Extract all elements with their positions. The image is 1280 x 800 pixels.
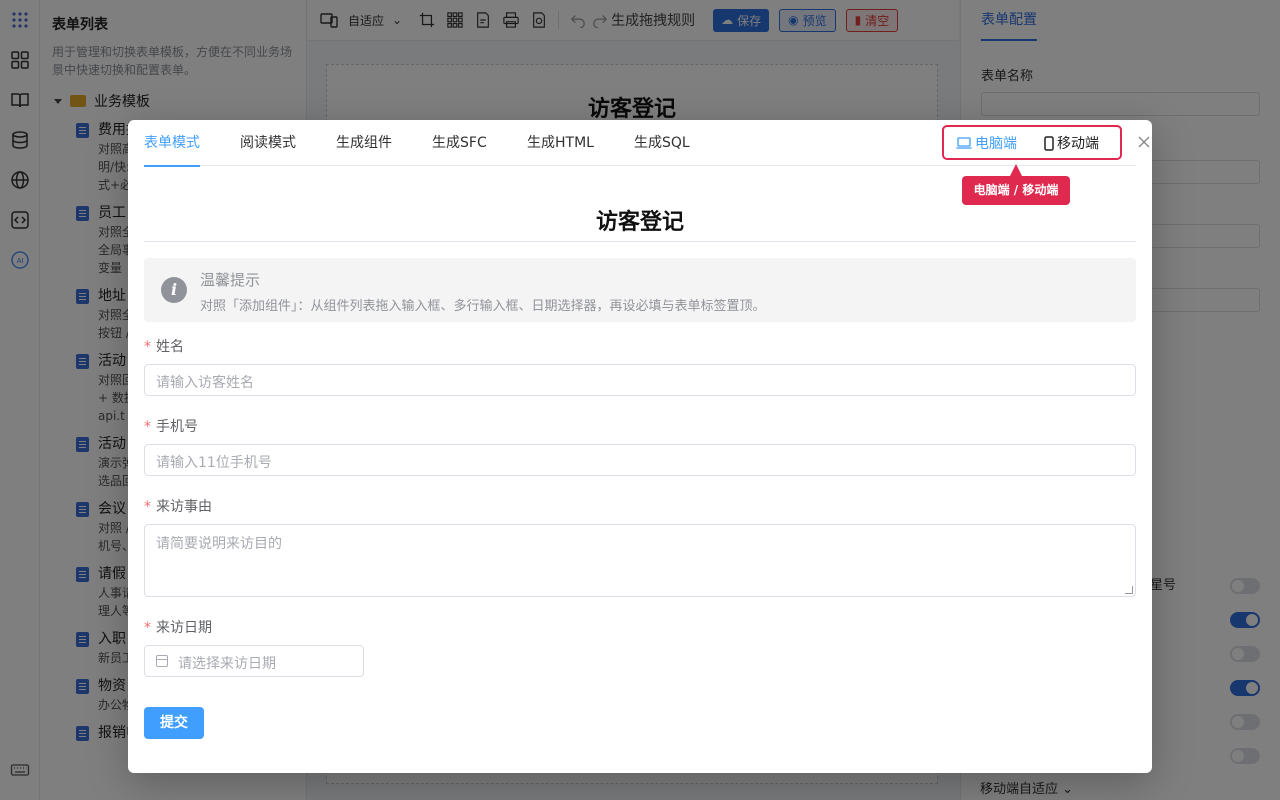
field-label-text: 来访事由 bbox=[156, 499, 212, 515]
placeholder: 请输入访客姓名 bbox=[156, 375, 254, 391]
tip-title: 温馨提示 bbox=[200, 271, 261, 289]
required-mark: * bbox=[144, 499, 151, 515]
submit-button[interactable]: 提交 bbox=[144, 707, 204, 739]
required-mark: * bbox=[144, 419, 151, 435]
field-label-phone: * 手机号 bbox=[144, 416, 198, 436]
field-label-text: 姓名 bbox=[156, 339, 184, 355]
device-switch: 电脑端 移动端 bbox=[942, 125, 1122, 160]
tip-body: 对照「添加组件」：从组件列表拖入输入框、多行输入框、日期选择器，再设必填与表单标… bbox=[200, 299, 766, 314]
field-label-name: * 姓名 bbox=[144, 336, 184, 356]
phone-icon bbox=[1044, 135, 1054, 151]
field-label-text: 来访日期 bbox=[156, 620, 212, 636]
field-label-date: * 来访日期 bbox=[144, 617, 212, 637]
device-pc-label: 电脑端 bbox=[975, 136, 1017, 152]
tab-generate-html[interactable]: 生成HTML bbox=[527, 120, 594, 166]
device-mobile-label: 移动端 bbox=[1057, 136, 1099, 152]
tip-alert: i 温馨提示 对照「添加组件」：从组件列表拖入输入框、多行输入框、日期选择器，再… bbox=[144, 258, 1136, 322]
tab-generate-sql[interactable]: 生成SQL bbox=[634, 120, 690, 166]
calendar-icon bbox=[156, 655, 168, 667]
field-label-text: 手机号 bbox=[156, 419, 198, 435]
placeholder: 请输入11位手机号 bbox=[156, 455, 272, 471]
required-mark: * bbox=[144, 339, 151, 355]
title-divider bbox=[144, 241, 1136, 242]
close-icon[interactable] bbox=[1136, 134, 1152, 150]
modal-tabs: 表单模式 阅读模式 生成组件 生成SFC 生成HTML 生成SQL 电脑端 移动… bbox=[144, 120, 1150, 167]
tab-generate-sfc[interactable]: 生成SFC bbox=[432, 120, 487, 166]
tab-form-mode[interactable]: 表单模式 bbox=[144, 120, 200, 167]
placeholder: 请选择来访日期 bbox=[178, 656, 276, 672]
placeholder: 请简要说明来访目的 bbox=[156, 536, 282, 552]
info-icon: i bbox=[161, 277, 187, 303]
phone-input[interactable]: 请输入11位手机号 bbox=[144, 444, 1136, 476]
tab-read-mode[interactable]: 阅读模式 bbox=[240, 120, 296, 166]
required-mark: * bbox=[144, 620, 151, 636]
visit-date-picker[interactable]: 请选择来访日期 bbox=[144, 645, 364, 677]
visit-reason-textarea[interactable]: 请简要说明来访目的 bbox=[144, 524, 1136, 597]
device-mobile-button[interactable]: 移动端 bbox=[1044, 133, 1099, 153]
form-title: 访客登记 bbox=[595, 210, 684, 235]
tab-generate-component[interactable]: 生成组件 bbox=[336, 120, 392, 166]
resize-handle[interactable] bbox=[1125, 586, 1133, 594]
device-callout: 电脑端 / 移动端 bbox=[962, 164, 1070, 205]
preview-modal: 表单模式 阅读模式 生成组件 生成SFC 生成HTML 生成SQL 电脑端 移动… bbox=[128, 120, 1152, 773]
field-label-reason: * 来访事由 bbox=[144, 496, 212, 516]
visitor-name-input[interactable]: 请输入访客姓名 bbox=[144, 364, 1136, 396]
device-pc-button[interactable]: 电脑端 bbox=[956, 133, 1017, 153]
laptop-icon bbox=[956, 137, 972, 149]
